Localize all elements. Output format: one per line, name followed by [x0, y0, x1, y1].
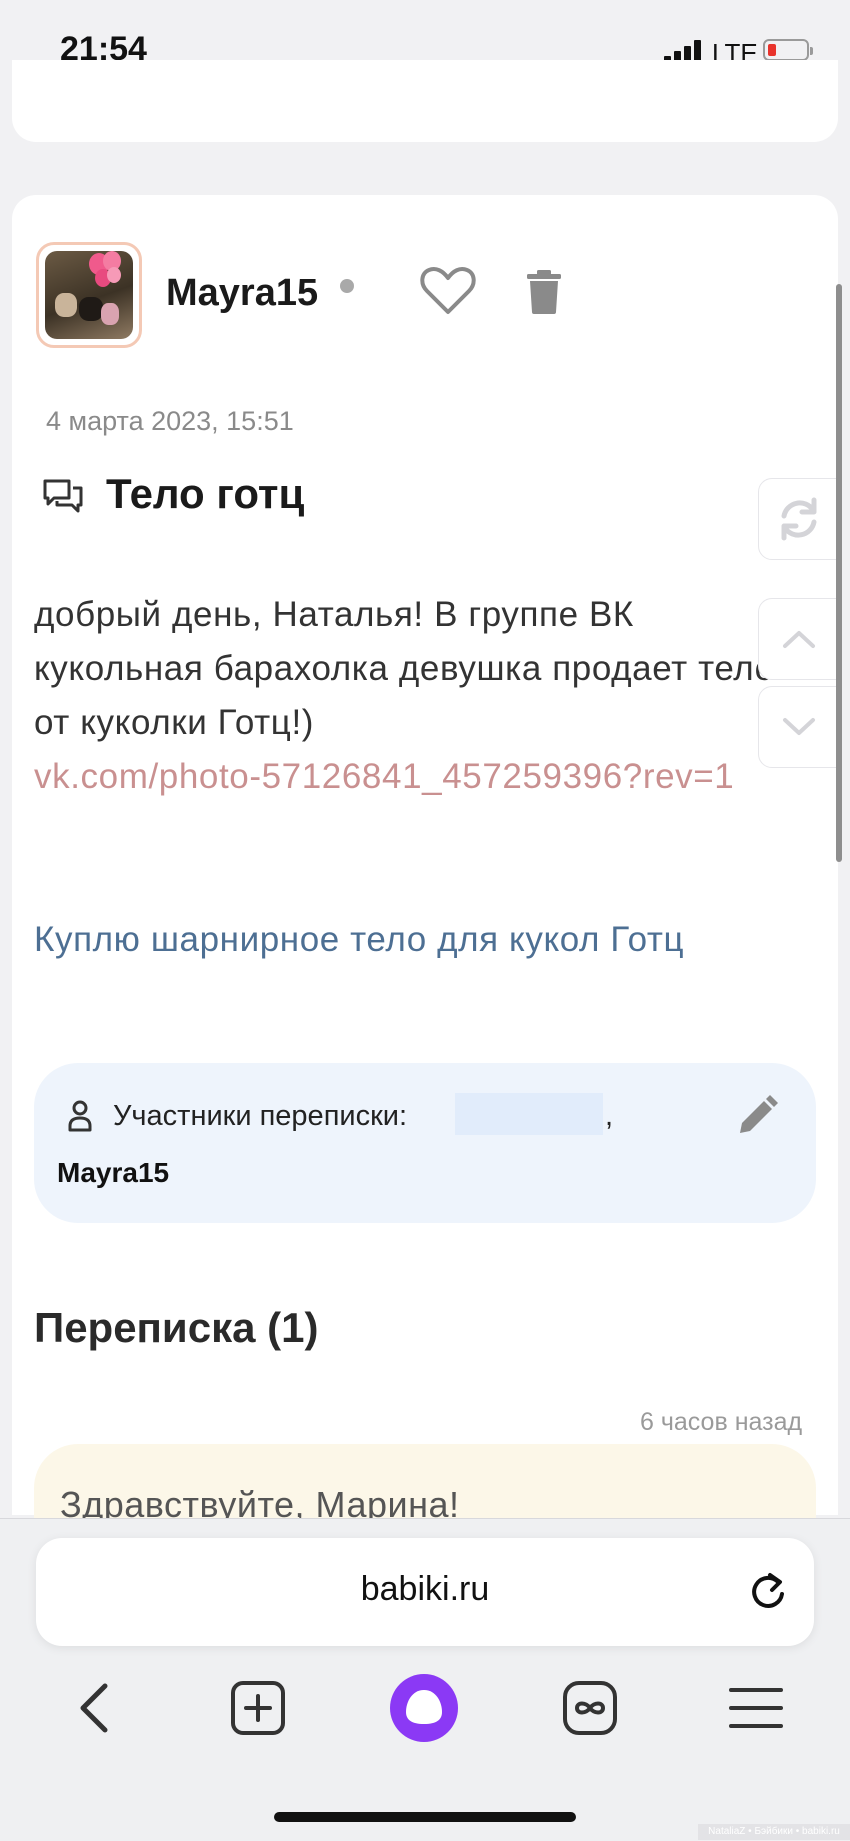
hidden-participant	[455, 1093, 603, 1135]
home-indicator[interactable]	[274, 1812, 576, 1822]
message-link[interactable]: vk.com/photo-57126841_457259396?rev=1	[34, 750, 794, 804]
refresh-icon[interactable]	[758, 478, 840, 560]
previous-post-card	[12, 60, 838, 142]
thread-title: Переписка (1)	[34, 1304, 319, 1351]
participants-separator: ,	[605, 1100, 614, 1132]
online-status-dot	[340, 279, 354, 293]
back-icon[interactable]	[62, 1676, 126, 1740]
participants-label: Участники переписки:	[113, 1100, 408, 1132]
heart-icon[interactable]	[420, 266, 476, 316]
plus-icon[interactable]	[226, 1676, 290, 1740]
participant-name[interactable]: Mayra15	[57, 1157, 169, 1189]
chevron-down-icon[interactable]	[758, 686, 840, 768]
trash-icon[interactable]	[526, 270, 562, 314]
post-date: 4 марта 2023, 15:51	[46, 406, 294, 436]
watermark: NataliaZ • Бэйбики • babiki.ru	[698, 1824, 850, 1840]
battery-icon	[763, 39, 813, 61]
avatar[interactable]	[36, 242, 142, 348]
chat-icon	[42, 478, 84, 518]
message-text: добрый день, Наталья! В группе ВК куколь…	[34, 595, 775, 742]
reply-time: 6 часов назад	[640, 1408, 803, 1436]
alice-icon[interactable]	[388, 1672, 460, 1744]
tabs-icon[interactable]	[558, 1676, 622, 1740]
message-body: добрый день, Наталья! В группе ВК куколь…	[34, 588, 794, 804]
reload-icon[interactable]	[748, 1572, 788, 1612]
topic-title: Тело готц	[106, 470, 305, 517]
avatar-image	[45, 251, 133, 339]
menu-icon[interactable]	[724, 1676, 788, 1740]
person-icon	[68, 1100, 92, 1132]
post-author[interactable]: Mayra15	[166, 272, 318, 315]
address-text[interactable]: babiki.ru	[0, 1570, 850, 1609]
related-topic-link[interactable]: Куплю шарнирное тело для кукол Готц	[34, 920, 684, 960]
pencil-icon[interactable]	[736, 1095, 778, 1137]
participants-box	[34, 1063, 816, 1223]
chevron-up-icon[interactable]	[758, 598, 840, 680]
scrollbar[interactable]	[836, 284, 842, 862]
